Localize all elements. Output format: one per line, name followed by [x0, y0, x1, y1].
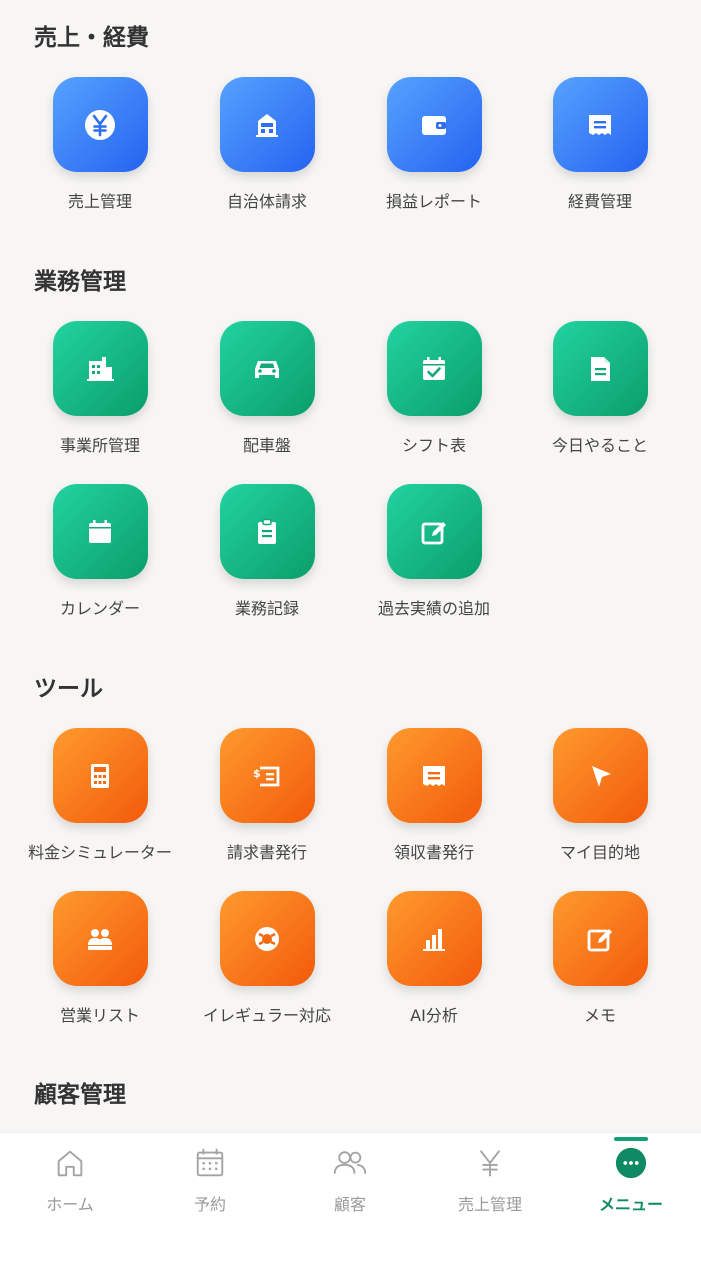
tile-ai-analysis[interactable]: AI分析 [354, 891, 514, 1031]
tile-municipal-billing[interactable]: 自治体請求 [187, 77, 347, 217]
tile-dispatch-board[interactable]: 配車盤 [187, 321, 347, 461]
document-icon [552, 321, 648, 416]
tile-receipt-issue[interactable]: 領収書発行 [354, 728, 514, 868]
tile-my-destination[interactable]: マイ目的地 [520, 728, 680, 868]
tile-label: 自治体請求 [226, 192, 307, 211]
tile-label: 領収書発行 [393, 843, 474, 862]
clipboard-icon [219, 484, 315, 579]
tile-todays-tasks[interactable]: 今日やること [520, 321, 680, 461]
yen-icon [472, 1145, 508, 1181]
tile-label: 経費管理 [567, 192, 632, 211]
tile-calendar[interactable]: カレンダー [20, 484, 180, 624]
tile-label: 今日やること [551, 436, 648, 455]
users-icon [332, 1145, 368, 1181]
receipt-icon [386, 728, 482, 823]
nav-label: 予約 [193, 1195, 226, 1214]
tile-profit-report[interactable]: 損益レポート [354, 77, 514, 217]
section-title-operations: 業務管理 [34, 269, 126, 295]
bottom-nav: ホーム 予約 顧客 売上管理 メニュー [0, 1132, 701, 1280]
tile-label: マイ目的地 [559, 843, 640, 862]
tile-sales-management[interactable]: 売上管理 [20, 77, 180, 217]
calendar-check-icon [386, 321, 482, 416]
office-building-icon [52, 321, 148, 416]
tile-label: メモ [583, 1006, 616, 1025]
menu-screen: 売上・経費 売上管理 自治体請求 損益レポート 経費管理 業務管理 事業所管理 … [0, 0, 701, 1280]
receipt-icon [552, 77, 648, 172]
tile-label: 営業リスト [59, 1006, 140, 1025]
nav-customers[interactable]: 顧客 [280, 1133, 420, 1233]
wallet-icon [386, 77, 482, 172]
building-icon [219, 77, 315, 172]
tile-expense-management[interactable]: 経費管理 [520, 77, 680, 217]
calendar-icon [52, 484, 148, 579]
nav-home[interactable]: ホーム [0, 1133, 140, 1233]
tile-office-management[interactable]: 事業所管理 [20, 321, 180, 461]
navigation-arrow-icon [552, 728, 648, 823]
calculator-icon [52, 728, 148, 823]
edit-icon [552, 891, 648, 986]
tile-label: 過去実績の追加 [377, 599, 490, 618]
bar-chart-icon [386, 891, 482, 986]
edit-icon [386, 484, 482, 579]
tile-label: 料金シミュレーター [28, 843, 172, 862]
users-icon [52, 891, 148, 986]
tile-shift-table[interactable]: シフト表 [354, 321, 514, 461]
tile-work-record[interactable]: 業務記録 [187, 484, 347, 624]
section-title-customers: 顧客管理 [34, 1082, 126, 1108]
calendar-icon [192, 1145, 228, 1181]
tile-label: 売上管理 [67, 192, 132, 211]
nav-sales[interactable]: 売上管理 [420, 1133, 560, 1233]
tile-label: 配車盤 [242, 436, 291, 455]
nav-menu[interactable]: メニュー [561, 1133, 701, 1233]
invoice-dollar-icon: $ [219, 728, 315, 823]
tile-label: 業務記録 [234, 599, 299, 618]
home-icon [52, 1145, 88, 1181]
nav-label: 顧客 [333, 1195, 366, 1214]
tile-label: シフト表 [401, 436, 466, 455]
tile-add-past-record[interactable]: 過去実績の追加 [354, 484, 514, 624]
tile-label: AI分析 [410, 1006, 458, 1025]
nav-label: ホーム [46, 1195, 94, 1214]
nav-reservation[interactable]: 予約 [140, 1133, 280, 1233]
tile-sales-list[interactable]: 営業リスト [20, 891, 180, 1031]
tile-label: イレギュラー対応 [202, 1006, 331, 1025]
car-icon [219, 321, 315, 416]
tile-label: 事業所管理 [59, 436, 140, 455]
tile-invoice-issue[interactable]: $ 請求書発行 [187, 728, 347, 868]
section-title-sales: 売上・経費 [34, 25, 149, 51]
svg-text:$: $ [253, 767, 261, 780]
nav-label: 売上管理 [457, 1195, 522, 1214]
more-dots-icon [613, 1145, 649, 1181]
tile-label: 損益レポート [385, 192, 482, 211]
tile-irregular-handling[interactable]: イレギュラー対応 [187, 891, 347, 1031]
tile-label: カレンダー [59, 599, 140, 618]
nav-label: メニュー [598, 1195, 663, 1214]
tile-label: 請求書発行 [226, 843, 307, 862]
tile-memo[interactable]: メモ [520, 891, 680, 1031]
section-title-tools: ツール [34, 676, 103, 702]
yen-icon [52, 77, 148, 172]
menu-content: 売上・経費 売上管理 自治体請求 損益レポート 経費管理 業務管理 事業所管理 … [0, 0, 701, 1132]
lifebuoy-icon [219, 891, 315, 986]
tile-fare-simulator[interactable]: 料金シミュレーター [20, 728, 180, 868]
